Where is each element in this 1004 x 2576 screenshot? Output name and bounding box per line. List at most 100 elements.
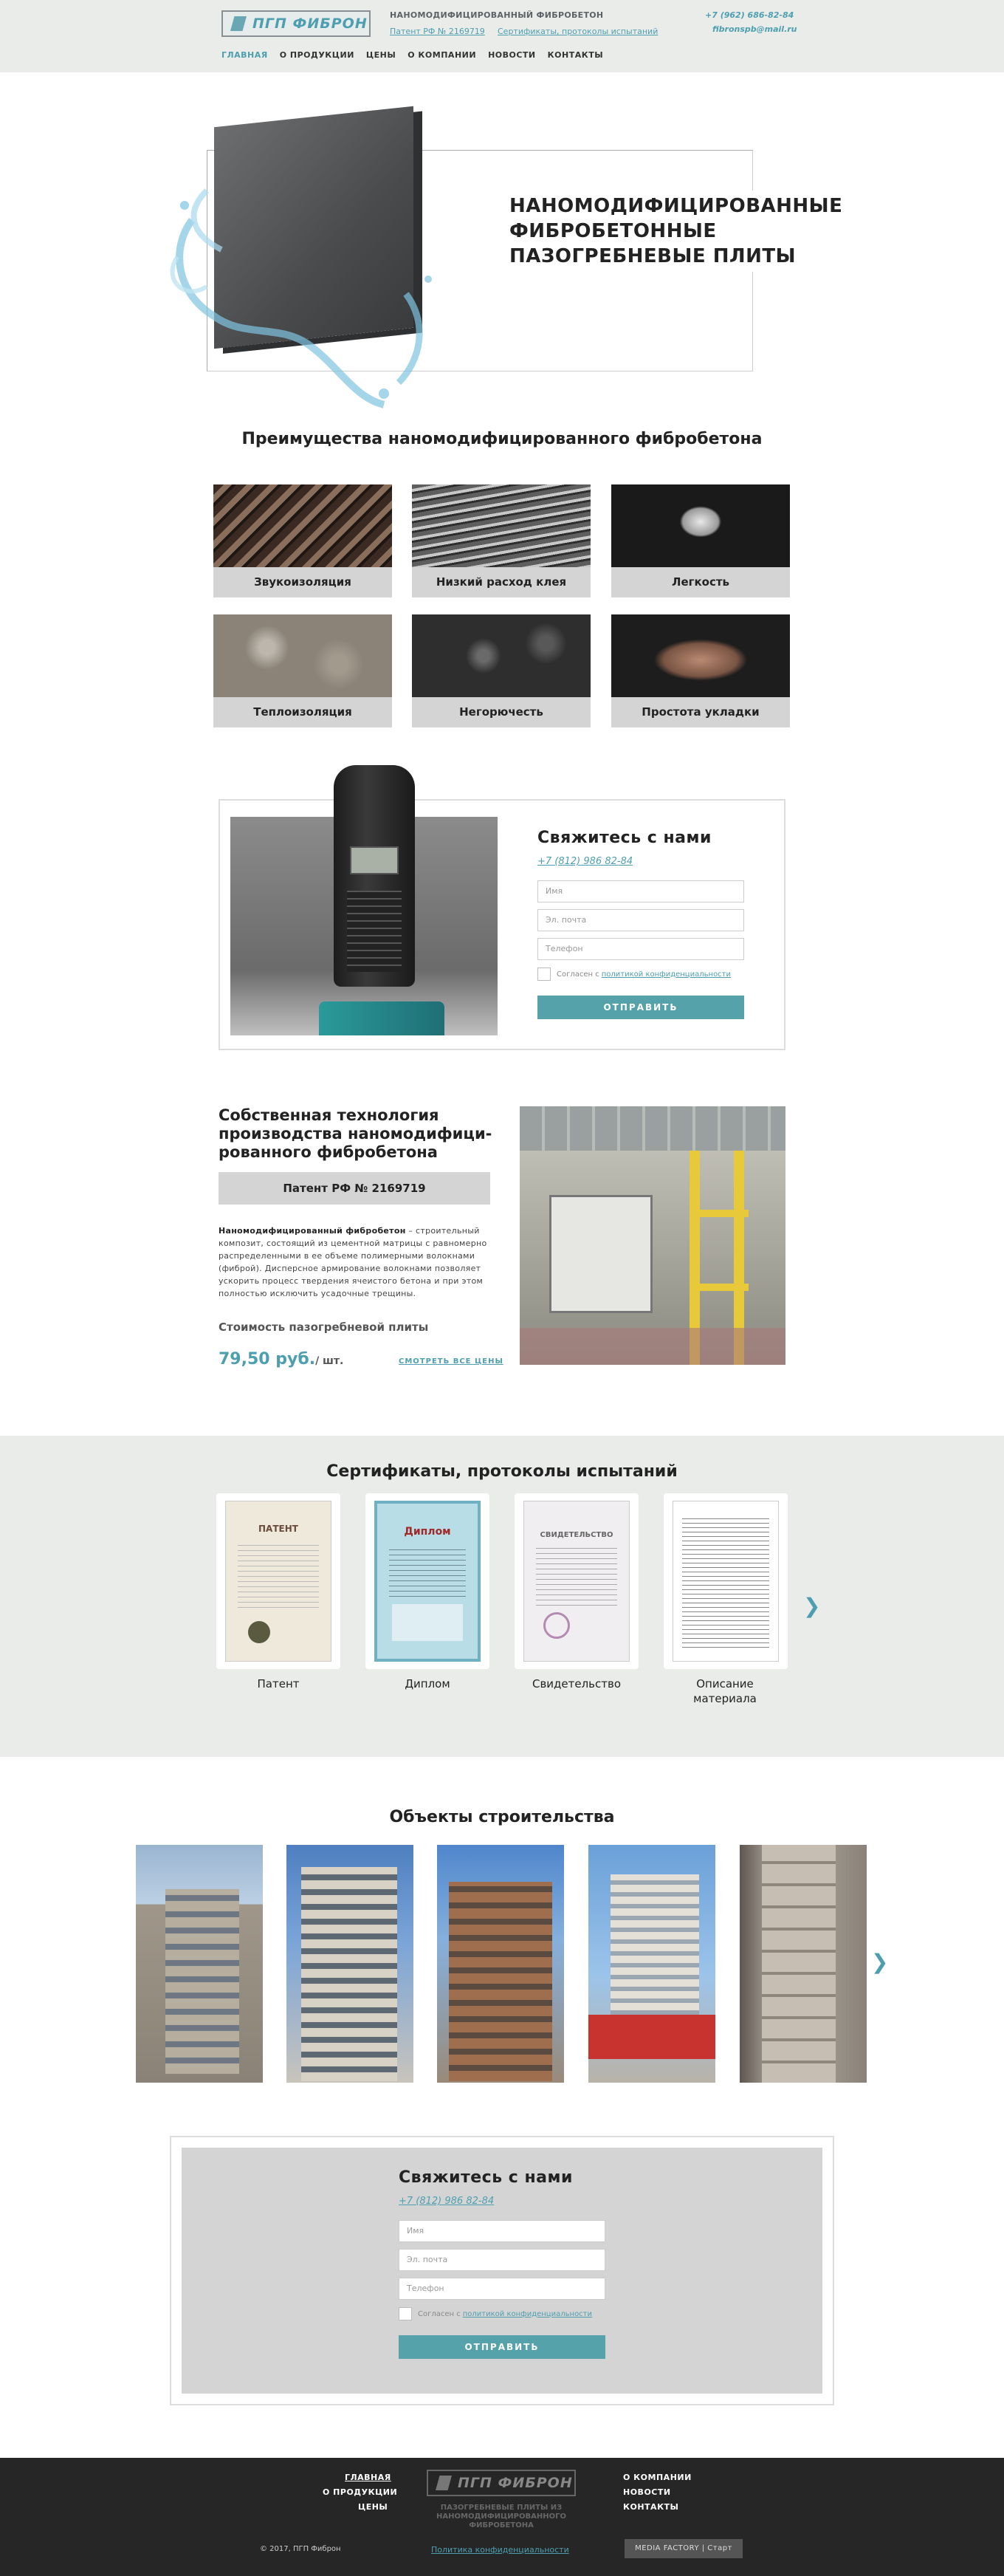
- contact-title: Свяжитесь с нами: [399, 2168, 573, 2187]
- email-input[interactable]: Эл. почта: [399, 2249, 605, 2271]
- hero-title: НАНОМОДИФИЦИРОВАННЫЕ ФИБРОБЕТОННЫЕ ПАЗОГ…: [509, 191, 842, 272]
- nav-item-contacts[interactable]: КОНТАКТЫ: [548, 50, 603, 60]
- footer-logo[interactable]: ПГП ФИБРОН: [427, 2470, 576, 2496]
- phone-handset: [334, 765, 415, 987]
- footer-nav-news[interactable]: НОВОСТИ: [623, 2487, 671, 2497]
- advantage-card: Теплоизоляция: [213, 614, 392, 727]
- footer-privacy-link[interactable]: Политика конфиденциальности: [431, 2545, 569, 2555]
- certificate-card[interactable]: ПАТЕНТ: [216, 1493, 340, 1669]
- certificate-document-image: СВИДЕТЕЛЬСТВО: [523, 1501, 630, 1662]
- footer-nav-prices[interactable]: ЦЕНЫ: [358, 2502, 388, 2512]
- consent-text: Согласен с: [557, 970, 599, 979]
- consent-row: Согласен с политикой конфиденциальности: [537, 967, 744, 981]
- construction-photo[interactable]: [588, 1845, 715, 2083]
- certificate-label: Патент: [257, 1677, 300, 1690]
- name-input[interactable]: Имя: [399, 2220, 605, 2242]
- phone-screen: [350, 846, 399, 874]
- contact-phone[interactable]: +7 (812) 986 82-84: [399, 2196, 605, 2207]
- advantages-title: Преимущества наномодифицированного фибро…: [241, 430, 763, 448]
- construction-photo[interactable]: [740, 1845, 867, 2083]
- nav-item-prices[interactable]: ЦЕНЫ: [366, 50, 396, 60]
- phone-image: [230, 765, 498, 1035]
- advantage-label: Негорючесть: [412, 697, 591, 727]
- footer-nav-products[interactable]: О ПРОДУКЦИИ: [323, 2487, 397, 2497]
- certificates-section: Сертификаты, протоколы испытаний ПАТЕНТ …: [0, 1436, 1004, 1757]
- price-label: Стоимость пазогребневой плиты: [219, 1320, 429, 1334]
- price-value: 79,50 руб./ шт.: [219, 1350, 343, 1368]
- construction-photo[interactable]: [437, 1845, 564, 2083]
- advantage-label: Низкий расход клея: [412, 567, 591, 597]
- privacy-policy-link[interactable]: политикой конфиденциальности: [463, 2310, 592, 2318]
- advantage-card: Низкий расход клея: [412, 484, 591, 597]
- advantage-card: Негорючесть: [412, 614, 591, 727]
- water-splash-image: [170, 188, 432, 408]
- document-title: ПАТЕНТ: [258, 1524, 298, 1534]
- technology-description: Наномодифицированный фибробетон – строит…: [219, 1224, 492, 1300]
- developer-badge[interactable]: MEDIA FACTORY | Старт: [625, 2539, 743, 2558]
- certificate-label: Свидетельство: [532, 1677, 622, 1690]
- footer-nav-contacts[interactable]: КОНТАКТЫ: [623, 2502, 678, 2512]
- patent-link[interactable]: Патент РФ № 2169719: [390, 27, 485, 36]
- construction-photo[interactable]: [136, 1845, 263, 2083]
- patent-badge: Патент РФ № 2169719: [219, 1172, 490, 1205]
- fire-resistance-image: [412, 614, 591, 697]
- email-input[interactable]: Эл. почта: [537, 909, 744, 931]
- phone-input[interactable]: Телефон: [537, 938, 744, 960]
- logo-icon: [230, 16, 247, 31]
- header-email[interactable]: fibronspb@mail.ru: [712, 24, 797, 34]
- certificates-title: Сертификаты, протоколы испытаний: [326, 1462, 678, 1481]
- name-input[interactable]: Имя: [537, 880, 744, 902]
- factory-image: [520, 1106, 785, 1365]
- logo-text: ПГП ФИБРОН: [252, 16, 368, 32]
- contact-title: Свяжитесь с нами: [537, 829, 712, 847]
- contact-phone[interactable]: +7 (812) 986 82-84: [537, 856, 744, 867]
- certificate-label: Описание материала: [693, 1677, 757, 1705]
- chevron-right-icon[interactable]: ❯: [803, 1594, 820, 1618]
- advantage-card: Легкость: [611, 484, 790, 597]
- contact-block-bottom: Свяжитесь с нами +7 (812) 986 82-84 Имя …: [170, 2136, 834, 2405]
- hero-section: НАНОМОДИФИЦИРОВАННЫЕ ФИБРОБЕТОННЫЕ ПАЗОГ…: [155, 102, 842, 412]
- nav-item-products[interactable]: О ПРОДУКЦИИ: [280, 50, 354, 60]
- privacy-policy-link[interactable]: политикой конфиденциальности: [602, 970, 731, 979]
- nav-item-home[interactable]: ГЛАВНАЯ: [221, 50, 268, 60]
- thermal-insulation-image: [213, 614, 392, 697]
- certificates-link[interactable]: Сертификаты, протоколы испытаний: [498, 27, 658, 36]
- nav-item-news[interactable]: НОВОСТИ: [488, 50, 536, 60]
- footer-logo-text: ПГП ФИБРОН: [458, 2475, 573, 2491]
- diploma-document-image: Диплом: [374, 1501, 481, 1662]
- site-logo[interactable]: ПГП ФИБРОН: [221, 10, 371, 37]
- certificate-label: Диплом: [405, 1677, 450, 1690]
- advantage-card: Звукоизоляция: [213, 484, 392, 597]
- consent-row: Согласен с политикой конфиденциальности: [399, 2307, 605, 2320]
- consent-checkbox[interactable]: [399, 2307, 412, 2320]
- easy-laying-image: [611, 614, 790, 697]
- footer-nav-home[interactable]: ГЛАВНАЯ: [345, 2473, 391, 2482]
- consent-text: Согласен с: [418, 2309, 461, 2318]
- footer-tagline: ПАЗОГРЕБНЕВЫЕ ПЛИТЫ ИЗ НАНОМОДИФИЦИРОВАН…: [436, 2504, 566, 2529]
- construction-photo[interactable]: [286, 1845, 413, 2083]
- material-description-image: [673, 1501, 779, 1662]
- advantage-label: Легкость: [611, 567, 790, 597]
- submit-button[interactable]: ОТПРАВИТЬ: [537, 996, 744, 1019]
- phone-keypad: [347, 891, 402, 972]
- chevron-right-icon[interactable]: ❯: [871, 1950, 888, 1974]
- phone-input[interactable]: Телефон: [399, 2278, 605, 2300]
- certificate-card[interactable]: Диплом: [365, 1493, 489, 1669]
- document-title: Диплом: [404, 1526, 451, 1538]
- header-phone[interactable]: +7 (962) 686-82-84: [705, 10, 794, 20]
- price-amount: 79,50 руб.: [219, 1350, 316, 1368]
- main-nav: ГЛАВНАЯ О ПРОДУКЦИИ ЦЕНЫ О КОМПАНИИ НОВО…: [221, 50, 603, 60]
- nav-item-about[interactable]: О КОМПАНИИ: [408, 50, 476, 60]
- contact-block: Свяжитесь с нами +7 (812) 986 82-84 Имя …: [219, 765, 785, 1050]
- low-glue-image: [412, 484, 591, 567]
- contact-panel: Свяжитесь с нами +7 (812) 986 82-84 Имя …: [182, 2148, 822, 2394]
- advantage-label: Теплоизоляция: [213, 697, 392, 727]
- submit-button[interactable]: ОТПРАВИТЬ: [399, 2335, 605, 2359]
- footer-nav-about[interactable]: О КОМПАНИИ: [623, 2473, 692, 2482]
- sound-insulation-image: [213, 484, 392, 567]
- all-prices-link[interactable]: СМОТРЕТЬ ВСЕ ЦЕНЫ: [399, 1357, 503, 1366]
- feather-image: [611, 484, 790, 567]
- certificate-card[interactable]: СВИДЕТЕЛЬСТВО: [515, 1493, 639, 1669]
- consent-checkbox[interactable]: [537, 967, 551, 981]
- certificate-card[interactable]: [664, 1493, 788, 1669]
